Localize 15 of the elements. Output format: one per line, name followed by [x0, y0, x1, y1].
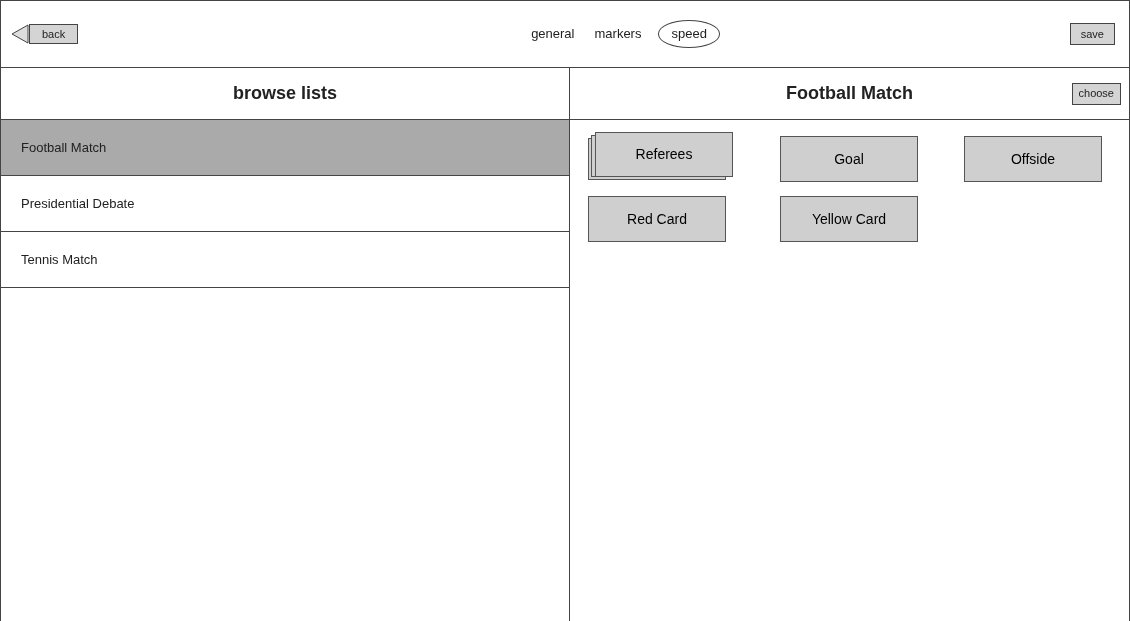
back-label: back: [29, 24, 79, 44]
save-button[interactable]: save: [1069, 23, 1115, 45]
marker-button[interactable]: Offside: [964, 136, 1102, 182]
choose-button[interactable]: choose: [1071, 82, 1121, 105]
marker-button[interactable]: Referees: [595, 132, 733, 177]
marker-button[interactable]: Goal: [780, 136, 918, 182]
back-button[interactable]: back: [11, 23, 79, 45]
tab[interactable]: markers: [591, 20, 645, 48]
marker-button[interactable]: Red Card: [588, 196, 726, 242]
panel-title: Football Match: [786, 82, 913, 105]
marker-button[interactable]: Yellow Card: [780, 196, 918, 242]
back-arrow-icon: [11, 24, 29, 44]
panel-title: browse lists: [232, 82, 337, 105]
tab[interactable]: general: [528, 20, 578, 48]
list-item[interactable]: Football Match: [1, 120, 569, 176]
